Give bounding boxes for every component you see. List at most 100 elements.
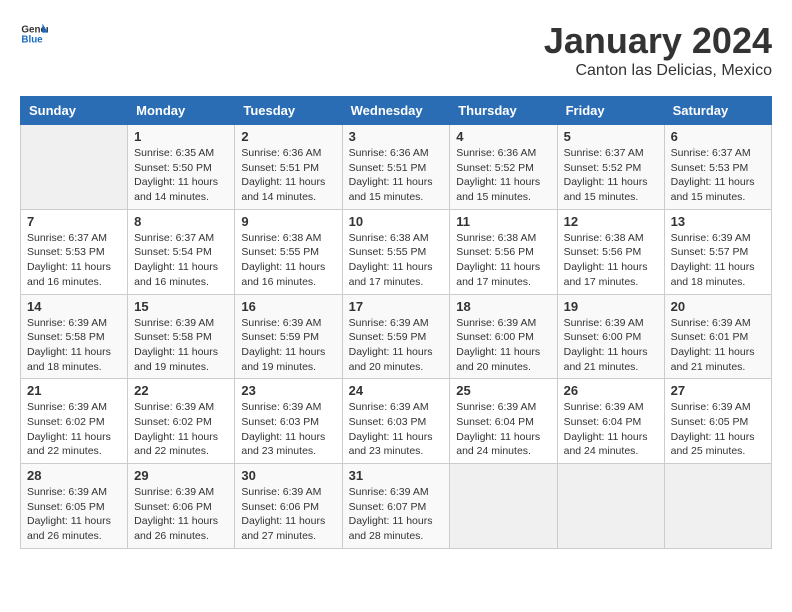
day-number: 28	[27, 468, 121, 483]
day-info: Sunrise: 6:39 AM Sunset: 6:04 PM Dayligh…	[564, 400, 658, 459]
day-info: Sunrise: 6:39 AM Sunset: 6:07 PM Dayligh…	[349, 485, 444, 544]
location-title: Canton las Delicias, Mexico	[544, 62, 772, 80]
day-number: 13	[671, 214, 765, 229]
day-info: Sunrise: 6:39 AM Sunset: 6:00 PM Dayligh…	[564, 316, 658, 375]
header-cell-thursday: Thursday	[450, 97, 557, 125]
logo-icon: General Blue	[20, 20, 48, 48]
day-number: 10	[349, 214, 444, 229]
calendar-cell: 16 Sunrise: 6:39 AM Sunset: 5:59 PM Dayli…	[235, 294, 342, 379]
day-number: 26	[564, 383, 658, 398]
day-number: 4	[456, 129, 550, 144]
calendar-cell: 10 Sunrise: 6:38 AM Sunset: 5:55 PM Dayli…	[342, 209, 450, 294]
day-info: Sunrise: 6:39 AM Sunset: 6:03 PM Dayligh…	[241, 400, 335, 459]
day-info: Sunrise: 6:38 AM Sunset: 5:55 PM Dayligh…	[349, 231, 444, 290]
day-info: Sunrise: 6:39 AM Sunset: 6:02 PM Dayligh…	[27, 400, 121, 459]
day-number: 8	[134, 214, 228, 229]
calendar-cell	[664, 464, 771, 549]
calendar-cell: 13Sunrise: 6:39 AM Sunset: 5:57 PM Dayli…	[664, 209, 771, 294]
day-info: Sunrise: 6:36 AM Sunset: 5:51 PM Dayligh…	[241, 146, 335, 205]
day-number: 3	[349, 129, 444, 144]
calendar-cell: 19 Sunrise: 6:39 AM Sunset: 6:00 PM Dayli…	[557, 294, 664, 379]
day-info: Sunrise: 6:39 AM Sunset: 5:58 PM Dayligh…	[27, 316, 121, 375]
calendar-cell: 18Sunrise: 6:39 AM Sunset: 6:00 PM Dayli…	[450, 294, 557, 379]
day-info: Sunrise: 6:39 AM Sunset: 6:03 PM Dayligh…	[349, 400, 444, 459]
calendar-cell: 17 Sunrise: 6:39 AM Sunset: 5:59 PM Dayli…	[342, 294, 450, 379]
day-number: 25	[456, 383, 550, 398]
title-section: January 2024 Canton las Delicias, Mexico	[544, 20, 772, 80]
calendar-header-row: SundayMondayTuesdayWednesdayThursdayFrid…	[21, 97, 772, 125]
calendar-cell	[21, 125, 128, 210]
day-info: Sunrise: 6:37 AM Sunset: 5:54 PM Dayligh…	[134, 231, 228, 290]
day-number: 18	[456, 299, 550, 314]
day-number: 30	[241, 468, 335, 483]
calendar-cell: 29Sunrise: 6:39 AM Sunset: 6:06 PM Dayli…	[128, 464, 235, 549]
day-number: 14	[27, 299, 121, 314]
header-cell-sunday: Sunday	[21, 97, 128, 125]
calendar-body: 1 Sunrise: 6:35 AM Sunset: 5:50 PM Daylig…	[21, 125, 772, 549]
day-info: Sunrise: 6:38 AM Sunset: 5:56 PM Dayligh…	[456, 231, 550, 290]
day-number: 2	[241, 129, 335, 144]
day-info: Sunrise: 6:39 AM Sunset: 5:58 PM Dayligh…	[134, 316, 228, 375]
header-cell-friday: Friday	[557, 97, 664, 125]
day-info: Sunrise: 6:39 AM Sunset: 5:59 PM Dayligh…	[349, 316, 444, 375]
calendar-week-1: 1 Sunrise: 6:35 AM Sunset: 5:50 PM Daylig…	[21, 125, 772, 210]
day-number: 17	[349, 299, 444, 314]
calendar-cell: 25Sunrise: 6:39 AM Sunset: 6:04 PM Dayli…	[450, 379, 557, 464]
day-info: Sunrise: 6:37 AM Sunset: 5:53 PM Dayligh…	[671, 146, 765, 205]
calendar-cell: 27Sunrise: 6:39 AM Sunset: 6:05 PM Dayli…	[664, 379, 771, 464]
day-number: 12	[564, 214, 658, 229]
calendar-cell: 3Sunrise: 6:36 AM Sunset: 5:51 PM Daylig…	[342, 125, 450, 210]
day-number: 7	[27, 214, 121, 229]
day-info: Sunrise: 6:38 AM Sunset: 5:55 PM Dayligh…	[241, 231, 335, 290]
calendar-cell: 22 Sunrise: 6:39 AM Sunset: 6:02 PM Dayli…	[128, 379, 235, 464]
day-number: 5	[564, 129, 658, 144]
calendar-cell: 7 Sunrise: 6:37 AM Sunset: 5:53 PM Daylig…	[21, 209, 128, 294]
calendar-cell: 21Sunrise: 6:39 AM Sunset: 6:02 PM Dayli…	[21, 379, 128, 464]
day-info: Sunrise: 6:39 AM Sunset: 6:01 PM Dayligh…	[671, 316, 765, 375]
day-info: Sunrise: 6:37 AM Sunset: 5:53 PM Dayligh…	[27, 231, 121, 290]
calendar-cell: 2 Sunrise: 6:36 AM Sunset: 5:51 PM Daylig…	[235, 125, 342, 210]
day-number: 19	[564, 299, 658, 314]
day-info: Sunrise: 6:39 AM Sunset: 6:06 PM Dayligh…	[241, 485, 335, 544]
calendar-cell: 30 Sunrise: 6:39 AM Sunset: 6:06 PM Dayli…	[235, 464, 342, 549]
day-number: 6	[671, 129, 765, 144]
calendar-cell: 8 Sunrise: 6:37 AM Sunset: 5:54 PM Daylig…	[128, 209, 235, 294]
calendar-cell: 1 Sunrise: 6:35 AM Sunset: 5:50 PM Daylig…	[128, 125, 235, 210]
calendar-table: SundayMondayTuesdayWednesdayThursdayFrid…	[20, 96, 772, 549]
day-number: 15	[134, 299, 228, 314]
day-number: 11	[456, 214, 550, 229]
calendar-week-2: 7 Sunrise: 6:37 AM Sunset: 5:53 PM Daylig…	[21, 209, 772, 294]
calendar-cell: 6 Sunrise: 6:37 AM Sunset: 5:53 PM Daylig…	[664, 125, 771, 210]
day-number: 22	[134, 383, 228, 398]
calendar-cell: 15 Sunrise: 6:39 AM Sunset: 5:58 PM Dayli…	[128, 294, 235, 379]
day-number: 1	[134, 129, 228, 144]
day-info: Sunrise: 6:39 AM Sunset: 6:06 PM Dayligh…	[134, 485, 228, 544]
calendar-cell: 5 Sunrise: 6:37 AM Sunset: 5:52 PM Daylig…	[557, 125, 664, 210]
month-title: January 2024	[544, 20, 772, 62]
calendar-cell: 24Sunrise: 6:39 AM Sunset: 6:03 PM Dayli…	[342, 379, 450, 464]
calendar-cell	[557, 464, 664, 549]
calendar-cell: 23 Sunrise: 6:39 AM Sunset: 6:03 PM Dayli…	[235, 379, 342, 464]
day-number: 16	[241, 299, 335, 314]
day-info: Sunrise: 6:38 AM Sunset: 5:56 PM Dayligh…	[564, 231, 658, 290]
day-info: Sunrise: 6:35 AM Sunset: 5:50 PM Dayligh…	[134, 146, 228, 205]
calendar-cell: 26 Sunrise: 6:39 AM Sunset: 6:04 PM Dayli…	[557, 379, 664, 464]
calendar-cell: 12 Sunrise: 6:38 AM Sunset: 5:56 PM Dayli…	[557, 209, 664, 294]
calendar-cell: 9 Sunrise: 6:38 AM Sunset: 5:55 PM Daylig…	[235, 209, 342, 294]
day-number: 23	[241, 383, 335, 398]
day-info: Sunrise: 6:36 AM Sunset: 5:52 PM Dayligh…	[456, 146, 550, 205]
day-info: Sunrise: 6:39 AM Sunset: 6:05 PM Dayligh…	[27, 485, 121, 544]
calendar-week-4: 21Sunrise: 6:39 AM Sunset: 6:02 PM Dayli…	[21, 379, 772, 464]
page-header: General Blue January 2024 Canton las Del…	[20, 20, 772, 80]
day-info: Sunrise: 6:39 AM Sunset: 6:02 PM Dayligh…	[134, 400, 228, 459]
day-info: Sunrise: 6:39 AM Sunset: 5:59 PM Dayligh…	[241, 316, 335, 375]
day-number: 31	[349, 468, 444, 483]
day-info: Sunrise: 6:39 AM Sunset: 6:05 PM Dayligh…	[671, 400, 765, 459]
calendar-cell: 31 Sunrise: 6:39 AM Sunset: 6:07 PM Dayli…	[342, 464, 450, 549]
calendar-cell: 4 Sunrise: 6:36 AM Sunset: 5:52 PM Daylig…	[450, 125, 557, 210]
day-info: Sunrise: 6:37 AM Sunset: 5:52 PM Dayligh…	[564, 146, 658, 205]
header-cell-tuesday: Tuesday	[235, 97, 342, 125]
calendar-cell: 20Sunrise: 6:39 AM Sunset: 6:01 PM Dayli…	[664, 294, 771, 379]
header-cell-wednesday: Wednesday	[342, 97, 450, 125]
day-number: 9	[241, 214, 335, 229]
